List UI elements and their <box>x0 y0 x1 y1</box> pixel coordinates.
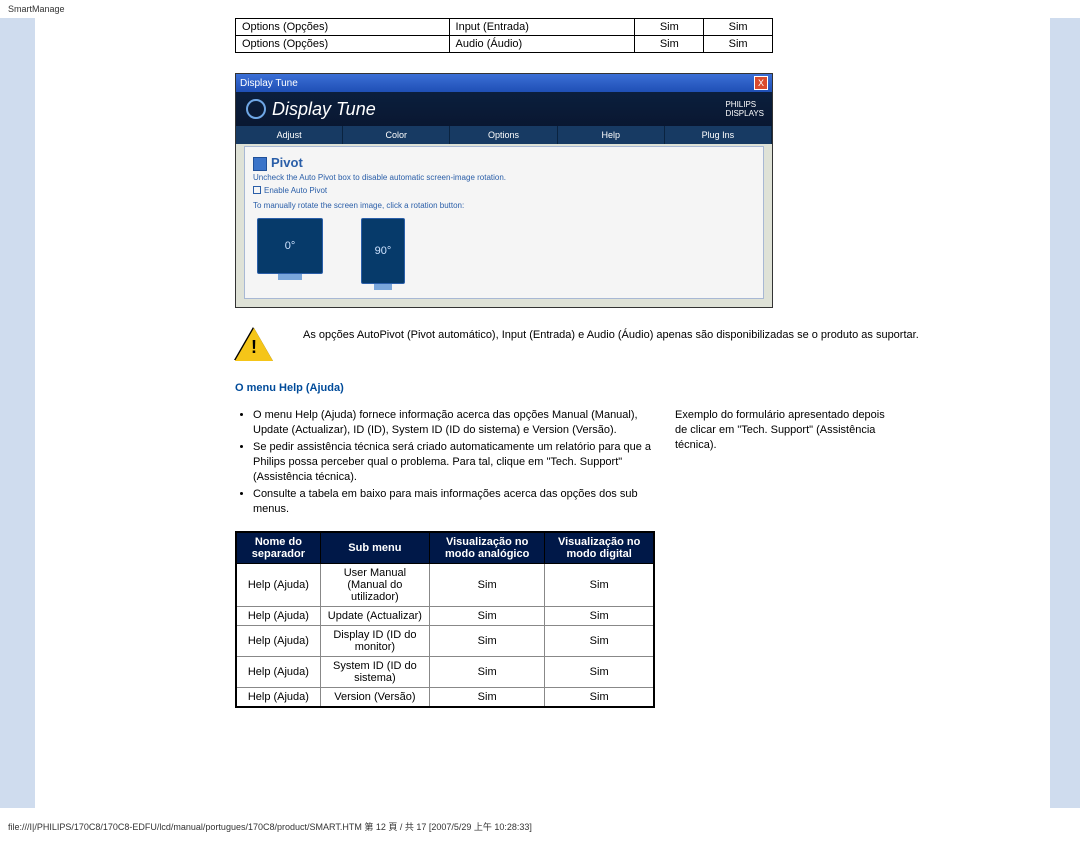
cell: Sim <box>545 657 654 688</box>
cell: Sim <box>704 36 773 53</box>
brand-label: PHILIPS DISPLAYS <box>725 100 772 118</box>
cell: Sim <box>635 19 704 36</box>
cell: Options (Opções) <box>236 19 450 36</box>
cell: Help (Ajuda) <box>236 688 320 708</box>
page-outer: Options (Opções) Input (Entrada) Sim Sim… <box>0 18 1080 808</box>
cell: Audio (Áudio) <box>449 36 635 53</box>
cell: Sim <box>704 19 773 36</box>
table-row: Help (Ajuda) Version (Versão) Sim Sim <box>236 688 654 708</box>
window-titlebar: Display Tune X <box>236 74 772 92</box>
rotate-0-button[interactable]: 0° <box>257 218 323 290</box>
list-item: Se pedir assistência técnica será criado… <box>253 440 655 485</box>
cell: System ID (ID do sistema) <box>320 657 429 688</box>
table-row: Help (Ajuda) Update (Actualizar) Sim Sim <box>236 607 654 626</box>
auto-pivot-checkbox[interactable]: Enable Auto Pivot <box>253 186 755 195</box>
cell: Sim <box>429 607 544 626</box>
table-row: Help (Ajuda) Display ID (ID do monitor) … <box>236 626 654 657</box>
cell: Help (Ajuda) <box>236 626 320 657</box>
right-sidebar <box>1050 18 1080 808</box>
cell: Version (Versão) <box>320 688 429 708</box>
pivot-subtext: Uncheck the Auto Pivot box to disable au… <box>253 173 755 182</box>
pivot-heading: Pivot <box>253 155 755 171</box>
cell: Sim <box>429 564 544 607</box>
main-content: Options (Opções) Input (Entrada) Sim Sim… <box>35 18 1050 808</box>
table-row: Options (Opções) Audio (Áudio) Sim Sim <box>236 36 773 53</box>
cell: Update (Actualizar) <box>320 607 429 626</box>
window-title: Display Tune <box>240 78 298 89</box>
left-sidebar <box>0 18 35 808</box>
gear-icon <box>246 99 266 119</box>
col-header: Sub menu <box>320 532 429 564</box>
col-header: Visualização no modo digital <box>545 532 654 564</box>
cell: Options (Opções) <box>236 36 450 53</box>
cell: Sim <box>635 36 704 53</box>
rotate-90-button[interactable]: 90° <box>361 218 405 290</box>
close-icon[interactable]: X <box>754 76 768 90</box>
help-menu-heading: O menu Help (Ajuda) <box>235 382 1030 394</box>
pivot-icon <box>253 157 267 171</box>
table-row: Options (Opções) Input (Entrada) Sim Sim <box>236 19 773 36</box>
page-header: SmartManage <box>0 0 1080 18</box>
tab-plugins[interactable]: Plug Ins <box>665 126 772 144</box>
cell: Input (Entrada) <box>449 19 635 36</box>
help-columns: O menu Help (Ajuda) fornece informação a… <box>235 408 1030 708</box>
cell: Sim <box>545 607 654 626</box>
list-item: O menu Help (Ajuda) fornece informação a… <box>253 408 655 438</box>
cell: Help (Ajuda) <box>236 564 320 607</box>
list-item: Consulte a tabela em baixo para mais inf… <box>253 487 655 517</box>
cell: Sim <box>545 564 654 607</box>
col-header: Visualização no modo analógico <box>429 532 544 564</box>
cell: Sim <box>545 626 654 657</box>
help-left-col: O menu Help (Ajuda) fornece informação a… <box>235 408 655 708</box>
options-table: Options (Opções) Input (Entrada) Sim Sim… <box>235 18 773 53</box>
pivot-instruction: To manually rotate the screen image, cli… <box>253 201 755 210</box>
help-table: Nome do separador Sub menu Visualização … <box>235 531 655 708</box>
rotation-buttons: 0° 90° <box>257 218 755 290</box>
cell: Sim <box>429 657 544 688</box>
tab-options[interactable]: Options <box>450 126 557 144</box>
cell: Help (Ajuda) <box>236 607 320 626</box>
warning-text: As opções AutoPivot (Pivot automático), … <box>303 328 919 343</box>
cell: User Manual (Manual do utilizador) <box>320 564 429 607</box>
warning-note: ! As opções AutoPivot (Pivot automático)… <box>235 328 1030 362</box>
help-right-col: Exemplo do formulário apresentado depois… <box>675 408 895 708</box>
cell: Help (Ajuda) <box>236 657 320 688</box>
cell: Sim <box>545 688 654 708</box>
table-row: Help (Ajuda) System ID (ID do sistema) S… <box>236 657 654 688</box>
page-footer: file:///I|/PHILIPS/170C8/170C8-EDFU/lcd/… <box>0 808 1080 841</box>
app-title: Display Tune <box>272 99 376 120</box>
cell: Sim <box>429 688 544 708</box>
table-row: Help (Ajuda) User Manual (Manual do util… <box>236 564 654 607</box>
cell: Display ID (ID do monitor) <box>320 626 429 657</box>
table-header-row: Nome do separador Sub menu Visualização … <box>236 532 654 564</box>
app-banner: Display Tune PHILIPS DISPLAYS <box>236 92 772 126</box>
display-tune-screenshot: Display Tune X Display Tune PHILIPS DISP… <box>235 73 773 308</box>
app-tabs: Adjust Color Options Help Plug Ins <box>236 126 772 144</box>
tab-adjust[interactable]: Adjust <box>236 126 343 144</box>
app-body: Pivot Uncheck the Auto Pivot box to disa… <box>244 146 764 299</box>
bullet-list: O menu Help (Ajuda) fornece informação a… <box>235 408 655 517</box>
cell: Sim <box>429 626 544 657</box>
col-header: Nome do separador <box>236 532 320 564</box>
warning-icon: ! <box>235 328 273 362</box>
tab-color[interactable]: Color <box>343 126 450 144</box>
tab-help[interactable]: Help <box>558 126 665 144</box>
